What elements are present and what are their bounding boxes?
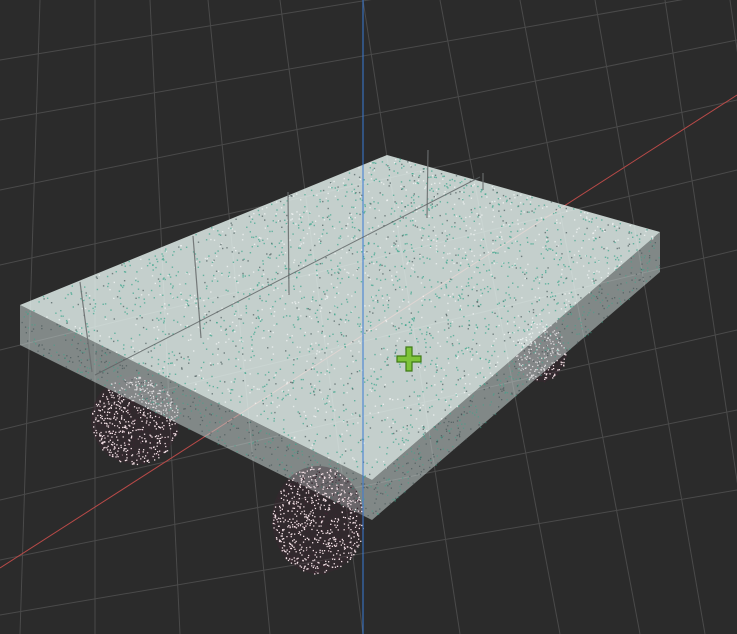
wheels-front bbox=[272, 466, 364, 575]
viewport-canvas[interactable] bbox=[0, 0, 737, 634]
cart-platform-points bbox=[20, 155, 661, 520]
point-cloud-cart[interactable] bbox=[20, 155, 661, 575]
3d-viewport[interactable] bbox=[0, 0, 737, 634]
